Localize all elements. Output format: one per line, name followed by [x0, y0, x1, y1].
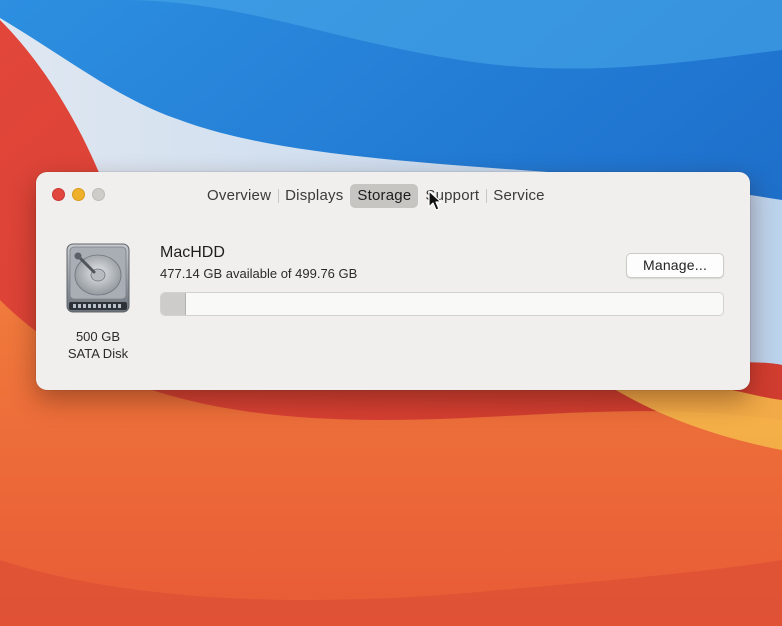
hard-disk-icon — [66, 243, 130, 313]
volume-name: MacHDD — [160, 244, 225, 261]
tab-service[interactable]: Service — [486, 184, 551, 208]
disk-size-label: 500 GB — [75, 329, 121, 344]
disk-type-label: SATA Disk — [67, 346, 129, 361]
about-this-mac-window: Overview Displays Storage Support Servic… — [36, 172, 750, 390]
tab-storage[interactable]: Storage — [350, 184, 419, 208]
manage-button[interactable]: Manage... — [626, 253, 724, 278]
tab-bar: Overview Displays Storage Support Servic… — [200, 183, 552, 209]
volume-available-text: 477.14 GB available of 499.76 GB — [160, 266, 358, 281]
minimize-button[interactable] — [72, 188, 85, 201]
zoom-button[interactable] — [92, 188, 105, 201]
storage-used-segment — [161, 293, 187, 315]
close-button[interactable] — [52, 188, 65, 201]
tab-displays[interactable]: Displays — [278, 184, 350, 208]
tab-overview[interactable]: Overview — [200, 184, 278, 208]
desktop: Overview Displays Storage Support Servic… — [0, 0, 782, 626]
storage-usage-bar — [160, 292, 724, 316]
mouse-pointer-icon — [428, 190, 442, 211]
